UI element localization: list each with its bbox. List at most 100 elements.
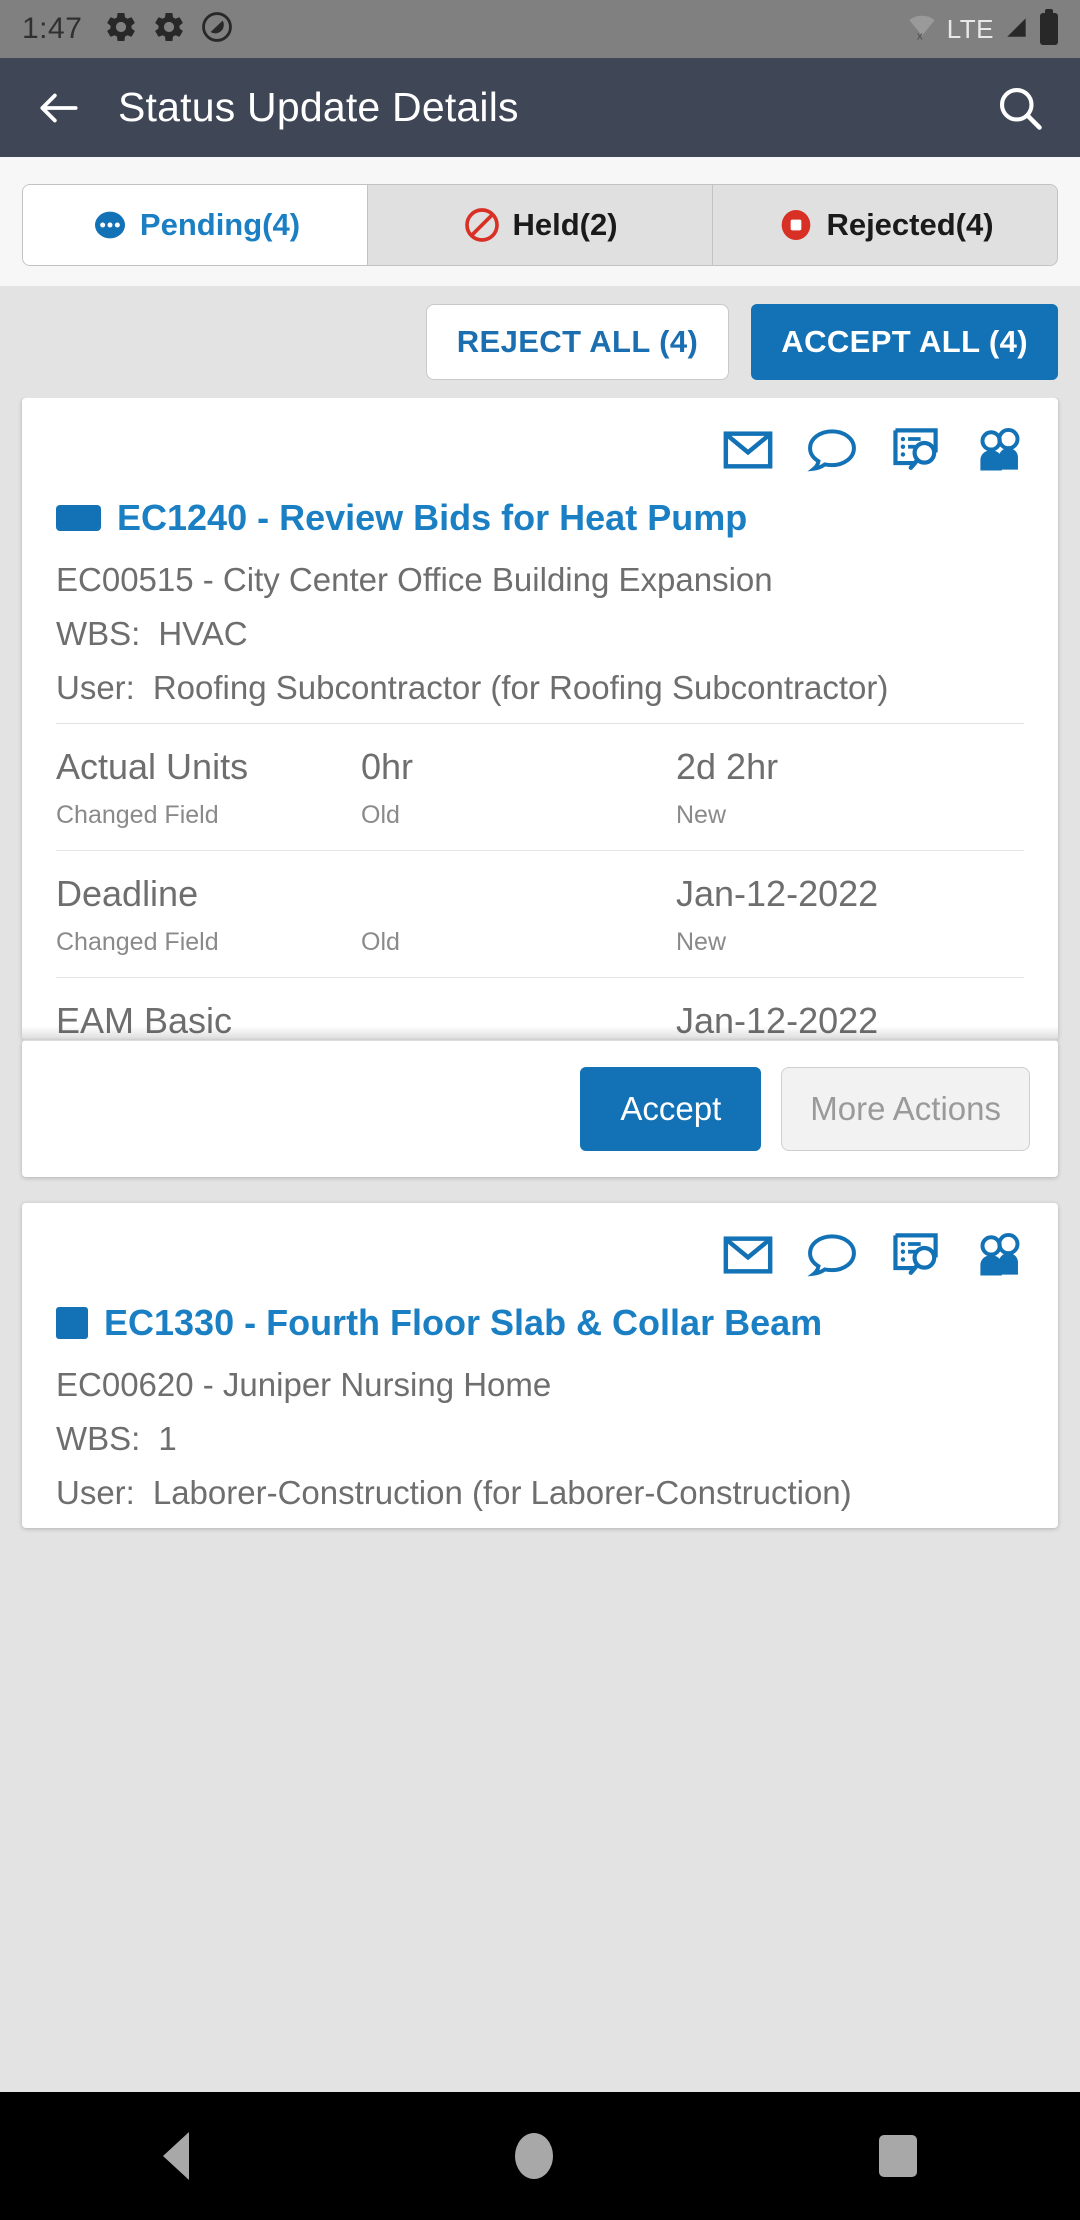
table-row: EAM Basic Jan-12-2022 [56, 978, 1024, 1040]
card-user-label: User: [56, 669, 135, 706]
changed-field-new-value: Jan-12-2022 [676, 873, 879, 914]
phone-screen: 1:47 x LTE Status Update Details Pending… [0, 0, 1080, 2220]
pending-dots-icon [90, 205, 130, 245]
card-wbs-value: 1 [158, 1420, 177, 1457]
card-body: EC1330 - Fourth Floor Slab & Collar Beam… [22, 1294, 1058, 1512]
card-user-row: User: Roofing Subcontractor (for Roofing… [56, 669, 1024, 707]
card-user-value: Laborer-Construction (for Laborer-Constr… [152, 1474, 852, 1511]
gear-icon [152, 10, 186, 49]
comment-icon[interactable] [804, 1227, 860, 1288]
old-caption: Old [361, 801, 400, 829]
changed-field-old-value [361, 1000, 676, 1040]
svg-text:x: x [917, 30, 923, 42]
gear-icon [104, 10, 138, 49]
card-wbs-row: WBS: HVAC [56, 615, 1024, 653]
tab-pending-label: Pending(4) [139, 207, 301, 242]
comment-icon[interactable] [804, 422, 860, 483]
card-title: EC1330 - Fourth Floor Slab & Collar Beam [104, 1302, 823, 1343]
changed-field-old-value: 0hr [361, 746, 414, 787]
card-user-row: User: Laborer-Construction (for Laborer-… [56, 1474, 1024, 1512]
changed-field-old-cell: Old [361, 873, 676, 957]
card-project: EC00620 - Juniper Nursing Home [56, 1366, 552, 1403]
mail-icon[interactable] [720, 1227, 776, 1288]
status-update-card[interactable]: EC1240 - Review Bids for Heat Pump EC005… [22, 398, 1058, 1040]
card-user-label: User: [56, 1474, 135, 1511]
users-icon[interactable] [972, 422, 1028, 483]
status-right-icons: x LTE [907, 9, 1058, 47]
status-tabs: Pending(4) Held(2) Rejected(4) [22, 184, 1058, 266]
document-search-icon[interactable] [888, 422, 944, 483]
tab-rejected[interactable]: Rejected(4) [713, 185, 1057, 265]
card-wbs-label: WBS: [56, 615, 141, 652]
accept-button[interactable]: Accept [580, 1067, 762, 1151]
changed-field-new-cell: Jan-12-2022 New [676, 873, 1024, 957]
more-actions-button[interactable]: More Actions [781, 1067, 1030, 1151]
do-not-disturb-icon [200, 10, 234, 49]
table-row: Deadline Changed Field Old Jan-12-2022 N… [56, 851, 1024, 978]
changed-field-name-cell: Deadline Changed Field [56, 873, 361, 957]
card-title: EC1240 - Review Bids for Heat Pump [117, 497, 748, 538]
card-user-value: Roofing Subcontractor (for Roofing Subco… [152, 669, 889, 706]
reject-all-button[interactable]: REJECT ALL (4) [425, 304, 730, 380]
changed-field-old-cell [361, 1000, 676, 1040]
new-caption: New [676, 928, 727, 956]
changed-field-name: Deadline [56, 873, 199, 914]
status-update-card[interactable]: EC1330 - Fourth Floor Slab & Collar Beam… [22, 1203, 1058, 1528]
card-action-icons [22, 398, 1058, 489]
card-footer-buttons: Accept More Actions [22, 1040, 1058, 1177]
changed-field-new-value: Jan-12-2022 [676, 1000, 879, 1040]
card-action-icons [22, 1203, 1058, 1294]
changed-field-name: Actual Units [56, 746, 249, 787]
nav-home-icon[interactable] [515, 2133, 553, 2179]
page-title: Status Update Details [118, 84, 519, 130]
tab-held-label: Held(2) [512, 207, 618, 242]
no-entry-icon [462, 205, 502, 245]
signal-icon [1004, 12, 1030, 47]
new-caption: New [676, 801, 727, 829]
bulk-actions-bar: REJECT ALL (4) ACCEPT ALL (4) [0, 286, 1080, 398]
card-action-footer: Accept More Actions [22, 1040, 1058, 1177]
battery-icon [1040, 9, 1058, 45]
table-row: Actual Units Changed Field 0hr Old 2d 2h… [56, 724, 1024, 851]
status-bar: 1:47 x LTE [0, 0, 1080, 58]
changed-field-old-value [361, 873, 676, 916]
network-type-label: LTE [946, 13, 994, 44]
changed-field-caption: Changed Field [56, 801, 219, 829]
card-wbs-value: HVAC [158, 615, 248, 652]
nav-recents-icon[interactable] [879, 2135, 917, 2177]
nav-back-icon[interactable] [163, 2132, 189, 2180]
changed-field-name: EAM Basic [56, 1000, 233, 1040]
tab-rejected-label: Rejected(4) [826, 207, 994, 242]
document-search-icon[interactable] [888, 1227, 944, 1288]
changed-field-new-value: 2d 2hr [676, 746, 779, 787]
task-color-swatch [56, 1307, 88, 1339]
tab-pending[interactable]: Pending(4) [23, 185, 368, 265]
card-body: EC1240 - Review Bids for Heat Pump EC005… [22, 489, 1058, 724]
status-left-icons [104, 10, 234, 49]
card-project: EC00515 - City Center Office Building Ex… [56, 561, 773, 598]
app-bar: Status Update Details [0, 58, 1080, 157]
changed-field-new-cell: Jan-12-2022 [676, 1000, 1024, 1040]
changed-field-caption: Changed Field [56, 928, 219, 956]
changed-field-new-cell: 2d 2hr New [676, 746, 1024, 830]
card-title-row[interactable]: EC1240 - Review Bids for Heat Pump [56, 497, 1024, 539]
changed-field-name-cell: EAM Basic [56, 1000, 361, 1040]
mail-icon[interactable] [720, 422, 776, 483]
changed-fields-table: Actual Units Changed Field 0hr Old 2d 2h… [22, 724, 1058, 1040]
system-navigation-bar [0, 2092, 1080, 2220]
wifi-off-icon: x [907, 12, 937, 47]
users-icon[interactable] [972, 1227, 1028, 1288]
status-time: 1:47 [22, 12, 83, 45]
status-update-list[interactable]: EC1240 - Review Bids for Heat Pump EC005… [0, 398, 1080, 2092]
search-icon[interactable] [994, 82, 1046, 134]
old-caption: Old [361, 928, 400, 956]
accept-all-button[interactable]: ACCEPT ALL (4) [751, 304, 1058, 380]
back-arrow-icon[interactable] [34, 83, 84, 133]
task-color-swatch [56, 505, 101, 531]
changed-field-name-cell: Actual Units Changed Field [56, 746, 361, 830]
card-wbs-row: WBS: 1 [56, 1420, 1024, 1458]
card-title-row[interactable]: EC1330 - Fourth Floor Slab & Collar Beam [56, 1302, 1024, 1344]
tabs-container: Pending(4) Held(2) Rejected(4) [0, 157, 1080, 286]
tab-held[interactable]: Held(2) [368, 185, 713, 265]
card-wbs-label: WBS: [56, 1420, 141, 1457]
